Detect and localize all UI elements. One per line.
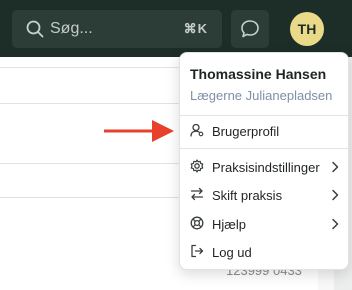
search-placeholder: Søg... (50, 20, 93, 37)
search-icon (26, 20, 44, 38)
menu-item-hjaelp[interactable]: Hjælp (180, 210, 348, 238)
menu-divider (180, 148, 348, 149)
user-icon (190, 123, 204, 137)
chevron-right-icon (332, 161, 339, 173)
chat-button[interactable] (231, 10, 269, 48)
chat-bubble-icon (241, 20, 259, 38)
user-name: Thomassine Hansen (190, 66, 327, 82)
annotation-arrow-icon (104, 120, 174, 142)
switch-arrows-icon (190, 187, 204, 201)
search-input[interactable]: Søg... ⌘K (12, 10, 222, 48)
clinic-name: Lægerne Julianepladsen (190, 88, 333, 103)
menu-divider (180, 115, 348, 116)
user-menu-dropdown: Thomassine Hansen Lægerne Julianepladsen… (179, 52, 349, 270)
menu-item-label: Hjælp (212, 217, 246, 232)
menu-item-brugerprofil[interactable]: Brugerprofil (180, 117, 348, 145)
menu-item-skift-praksis[interactable]: Skift praksis (180, 181, 348, 209)
top-bar: Søg... ⌘K TH (0, 0, 352, 57)
gear-icon (190, 159, 204, 173)
search-shortcut-hint: ⌘K (183, 21, 208, 36)
menu-item-label: Brugerprofil (212, 124, 280, 139)
menu-item-label: Skift praksis (212, 188, 283, 203)
chevron-right-icon (332, 218, 339, 230)
logout-icon (191, 244, 204, 258)
menu-item-label: Log ud (212, 245, 252, 260)
avatar[interactable]: TH (290, 12, 324, 46)
menu-item-praksisindstillinger[interactable]: Praksisindstillinger (180, 153, 348, 181)
menu-item-label: Praksisindstillinger (212, 160, 320, 175)
chevron-right-icon (332, 189, 339, 201)
menu-item-log-ud[interactable]: Log ud (180, 238, 348, 266)
lifebuoy-icon (190, 216, 204, 230)
right-panel-footer (318, 267, 334, 290)
